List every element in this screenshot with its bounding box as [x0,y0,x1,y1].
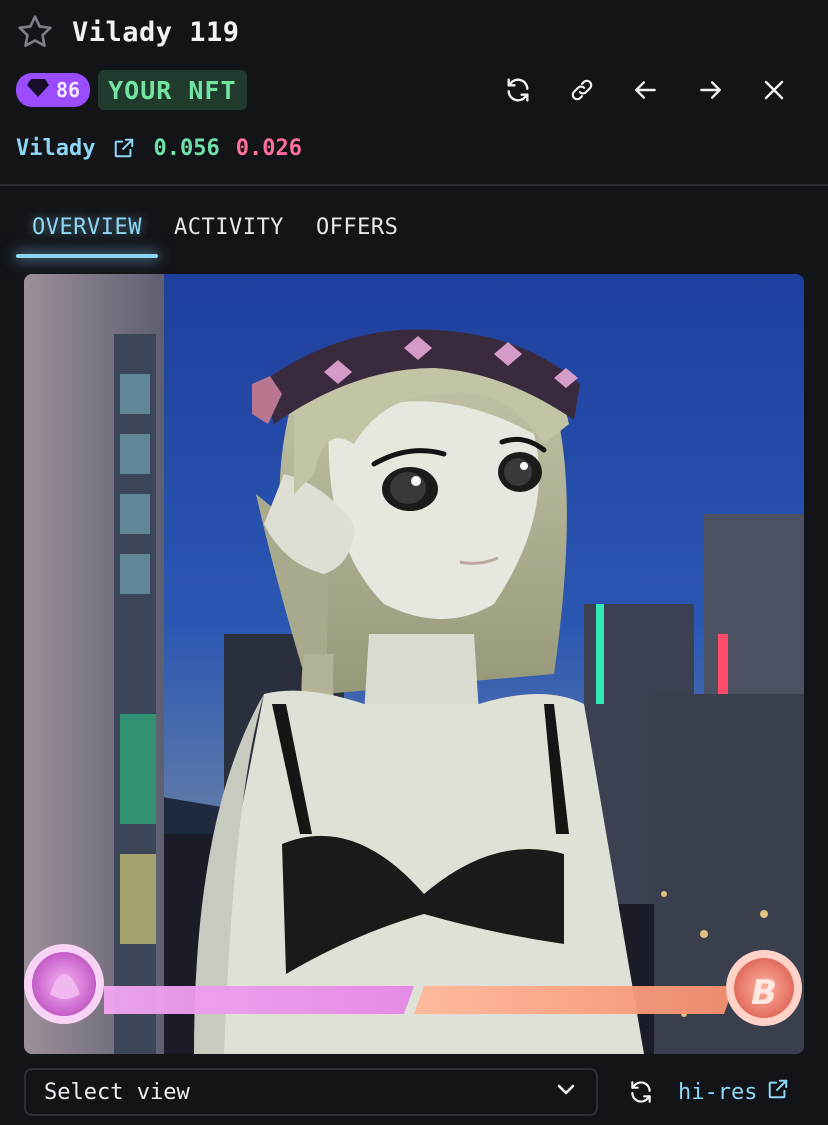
action-icons [502,70,790,110]
title-row: Vilady 119 [14,10,240,54]
svg-text:B: B [751,973,777,1013]
hi-res-label: hi-res [678,1079,758,1105]
your-nft-badge: YOUR NFT [98,70,247,110]
refresh-icon[interactable] [626,1077,656,1107]
arrow-right-icon[interactable] [694,74,726,106]
badge-row: 86 YOUR NFT [16,70,816,110]
header-divider [0,184,828,186]
link-icon[interactable] [566,74,598,106]
external-link-icon [767,1078,789,1106]
tab-activity[interactable]: ACTIVITY [158,196,300,258]
tab-overview[interactable]: OVERVIEW [16,196,158,258]
nft-title: Vilady 119 [72,16,240,48]
floor-price: 0.056 [153,135,220,161]
external-link-icon[interactable] [113,137,135,159]
rank-value: 86 [56,78,81,102]
chevron-down-icon [554,1077,578,1107]
close-icon[interactable] [758,74,790,106]
hi-res-link[interactable]: hi-res [678,1078,789,1106]
last-price: 0.026 [235,135,302,161]
star-icon[interactable] [14,11,56,53]
collection-row: Vilady 0.056 0.026 [16,132,302,164]
nft-image[interactable]: B [24,274,804,1054]
tab-offers[interactable]: OFFERS [300,196,414,258]
view-select-value: Select view [44,1079,190,1105]
nft-artwork: B [24,274,804,1054]
view-select[interactable]: Select view [24,1068,598,1116]
bottom-controls: Select view hi-res [24,1068,814,1116]
rank-badge: 86 [16,73,91,107]
refresh-icon[interactable] [502,74,534,106]
diamond-icon [26,78,50,103]
collection-link[interactable]: Vilady [16,136,95,161]
arrow-left-icon[interactable] [630,74,662,106]
tab-bar: OVERVIEW ACTIVITY OFFERS [16,196,414,258]
